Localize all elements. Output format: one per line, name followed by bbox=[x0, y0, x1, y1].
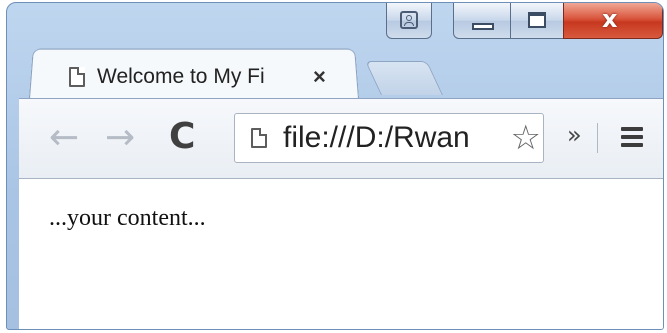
profile-button[interactable] bbox=[386, 3, 432, 39]
hamburger-menu-icon[interactable] bbox=[621, 127, 643, 147]
tab-close-button[interactable]: × bbox=[313, 64, 326, 90]
new-tab-button[interactable] bbox=[365, 61, 443, 95]
minimize-button[interactable] bbox=[453, 3, 511, 39]
tab-title: Welcome to My Fi bbox=[97, 65, 265, 88]
browser-window: x Welcome to My Fi × ← → C file:///D:/Rw… bbox=[6, 2, 664, 330]
back-arrow-icon[interactable]: ← bbox=[49, 117, 79, 158]
close-window-button[interactable]: x bbox=[563, 3, 663, 39]
toolbar-divider bbox=[597, 123, 598, 153]
page-text: ...your content... bbox=[49, 205, 206, 231]
maximize-button[interactable] bbox=[510, 3, 564, 39]
toolbar: ← → C file:///D:/Rwan ☆ » bbox=[19, 98, 663, 178]
minimize-icon bbox=[472, 23, 494, 30]
forward-arrow-icon[interactable]: → bbox=[105, 117, 135, 158]
reload-icon[interactable]: C bbox=[169, 116, 195, 157]
url-text[interactable]: file:///D:/Rwan bbox=[283, 121, 470, 155]
person-icon bbox=[400, 11, 418, 29]
page-info-icon[interactable] bbox=[251, 128, 267, 148]
page-content: ...your content... bbox=[19, 178, 663, 329]
bookmark-star-icon[interactable]: ☆ bbox=[508, 118, 541, 158]
close-icon: x bbox=[602, 5, 618, 33]
document-icon bbox=[69, 67, 85, 87]
address-bar[interactable]: file:///D:/Rwan ☆ bbox=[234, 113, 544, 163]
tab-active-content[interactable]: Welcome to My Fi × bbox=[47, 57, 357, 97]
extensions-overflow-icon[interactable]: » bbox=[567, 121, 582, 149]
maximize-icon bbox=[528, 12, 546, 28]
